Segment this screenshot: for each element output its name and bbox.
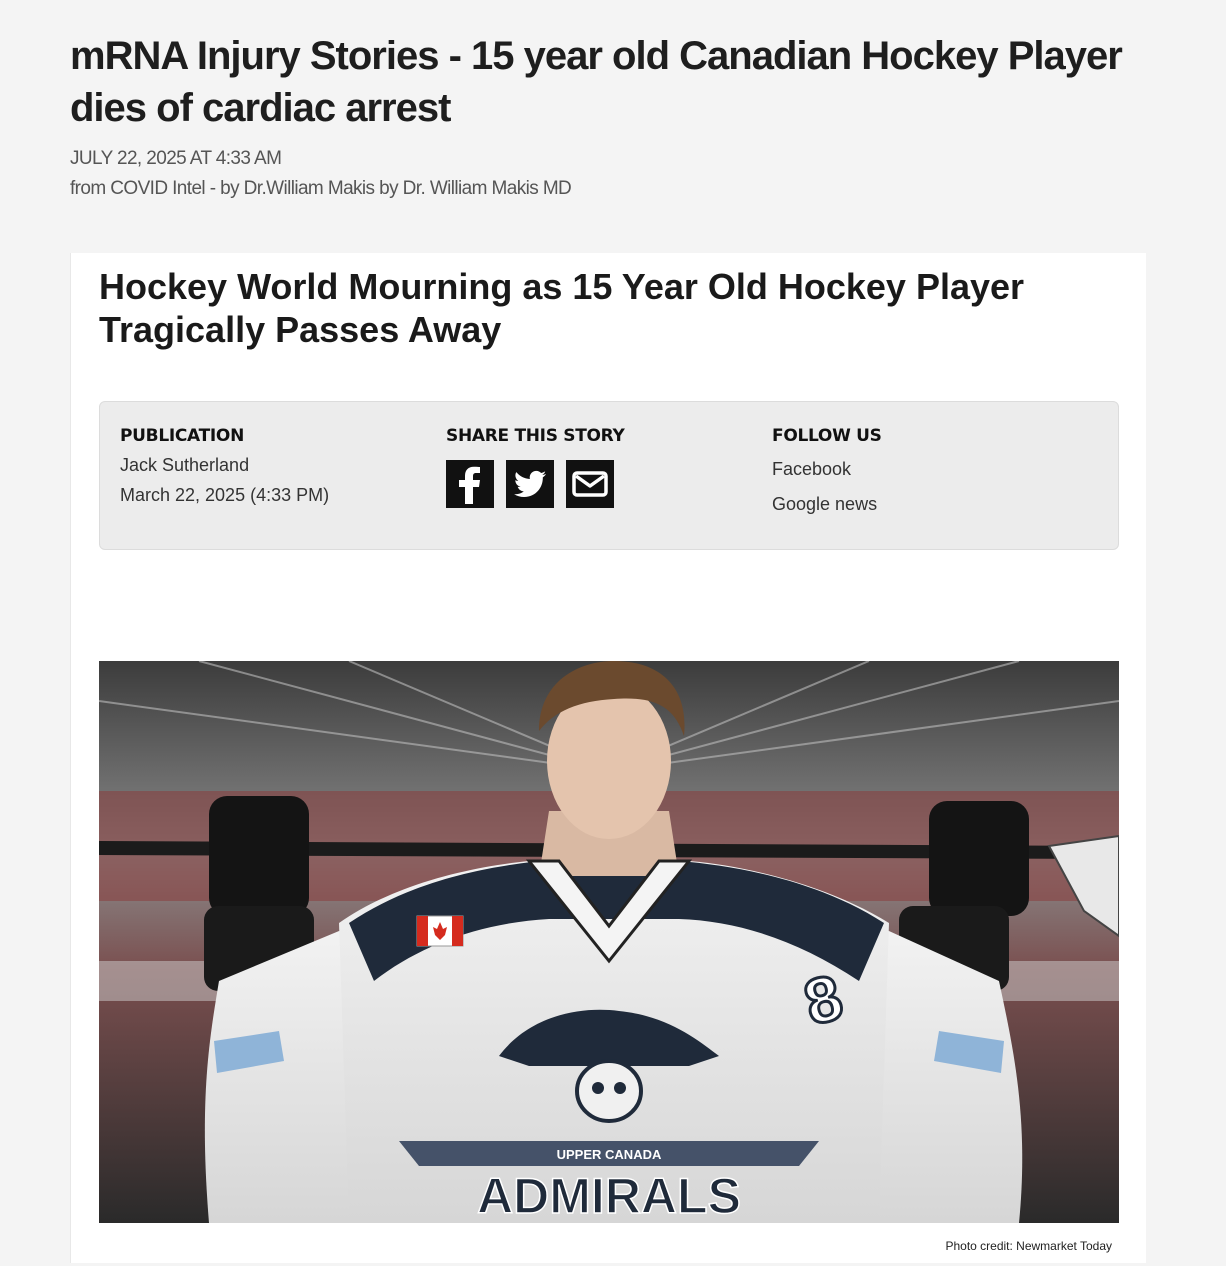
facebook-icon[interactable]	[446, 460, 494, 508]
article-headline: Hockey World Mourning as 15 Year Old Hoc…	[99, 266, 1025, 350]
post-header: mRNA Injury Stories - 15 year old Canadi…	[70, 30, 1170, 200]
jersey-team-text: ADMIRALS	[477, 1168, 741, 1223]
follow-link-google-news[interactable]: Google news	[772, 492, 882, 516]
twitter-icon[interactable]	[506, 460, 554, 508]
email-icon[interactable]	[566, 460, 614, 508]
author-name: Jack Sutherland	[120, 455, 250, 475]
share-column: SHARE THIS STORY	[446, 426, 625, 508]
jersey-sub-text: UPPER CANADA	[557, 1147, 662, 1162]
article-embed: Hockey World Mourning as 15 Year Old Hoc…	[70, 253, 1146, 1263]
share-icons	[446, 460, 625, 508]
publication-date: March 22, 2025 (4:33 PM)	[120, 485, 330, 505]
publication-column: PUBLICATION Jack Sutherland March 22, 20…	[120, 426, 329, 506]
article-meta-box: PUBLICATION Jack Sutherland March 22, 20…	[99, 401, 1119, 550]
canada-flag-patch	[416, 915, 464, 947]
publication-heading: PUBLICATION	[120, 426, 244, 446]
follow-column: FOLLOW US Facebook Google news	[772, 426, 882, 516]
post-date: JULY 22, 2025 AT 4:33 AM	[70, 148, 282, 169]
post-title: mRNA Injury Stories - 15 year old Canadi…	[70, 34, 1123, 130]
article-photo: UPPER CANADA ADMIRALS 8	[99, 661, 1119, 1223]
post-source: from COVID Intel - by Dr.William Makis b…	[70, 178, 572, 199]
share-heading: SHARE THIS STORY	[446, 426, 625, 446]
follow-link-facebook[interactable]: Facebook	[772, 457, 882, 481]
follow-heading: FOLLOW US	[772, 426, 882, 446]
photo-credit: Photo credit: Newmarket Today	[945, 1239, 1112, 1253]
